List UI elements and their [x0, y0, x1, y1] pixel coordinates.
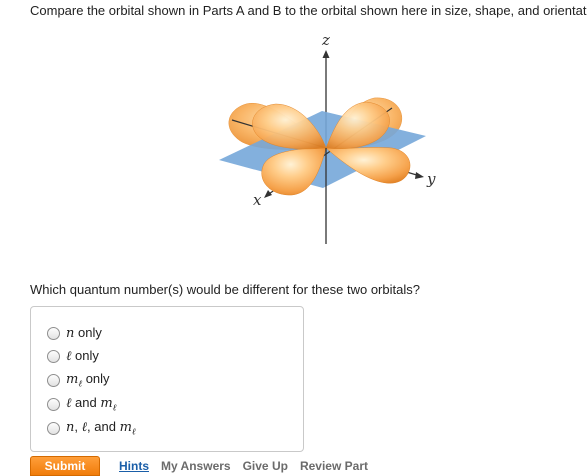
radio-button[interactable] [47, 373, 60, 387]
choice-label: ℓ and mℓ [66, 395, 116, 414]
z-axis-label: z [321, 31, 330, 49]
text: and [71, 394, 101, 410]
question-text: Which quantum number(s) would be differe… [30, 282, 420, 297]
text: , [74, 418, 82, 434]
choice-l-and-ml[interactable]: ℓ and mℓ [47, 395, 116, 413]
radio-button[interactable] [47, 421, 60, 435]
hints-link[interactable]: Hints [119, 459, 149, 473]
y-axis-arrow [415, 172, 424, 179]
choice-label: mℓ only [66, 371, 110, 390]
give-up-link[interactable]: Give Up [243, 459, 288, 473]
submit-button[interactable]: Submit [30, 456, 100, 476]
answer-choices: n only ℓ only mℓ only ℓ and mℓ n, ℓ, and… [30, 306, 304, 452]
z-axis-arrow [322, 50, 330, 58]
text: only [71, 348, 99, 363]
x-axis-arrow [264, 190, 272, 198]
my-answers-link[interactable]: My Answers [161, 459, 231, 473]
choice-ml-only[interactable]: mℓ only [47, 371, 110, 389]
choice-n-l-and-ml[interactable]: n, ℓ, and mℓ [47, 419, 136, 437]
choice-n-only[interactable]: n only [47, 324, 102, 342]
var: m [119, 419, 132, 435]
radio-button[interactable] [47, 397, 60, 411]
choice-label: n, ℓ, and mℓ [66, 419, 136, 438]
radio-button[interactable] [47, 326, 60, 340]
y-axis-label: y [426, 170, 436, 188]
choice-l-only[interactable]: ℓ only [47, 347, 99, 365]
choice-label: n only [66, 325, 102, 341]
text: only [82, 370, 110, 386]
choice-label: ℓ only [66, 348, 99, 364]
orbital-diagram: z y x [219, 31, 436, 244]
x-axis-label: x [253, 191, 262, 209]
var: m [100, 395, 113, 411]
radio-button[interactable] [47, 349, 60, 363]
text: , and [87, 418, 120, 434]
review-part-link[interactable]: Review Part [300, 459, 368, 473]
subscript: ℓ [112, 403, 117, 414]
subscript: ℓ [131, 427, 136, 438]
var: m [66, 371, 79, 387]
text: only [74, 325, 102, 340]
answer-toolbar: Submit Hints My Answers Give Up Review P… [30, 456, 368, 476]
